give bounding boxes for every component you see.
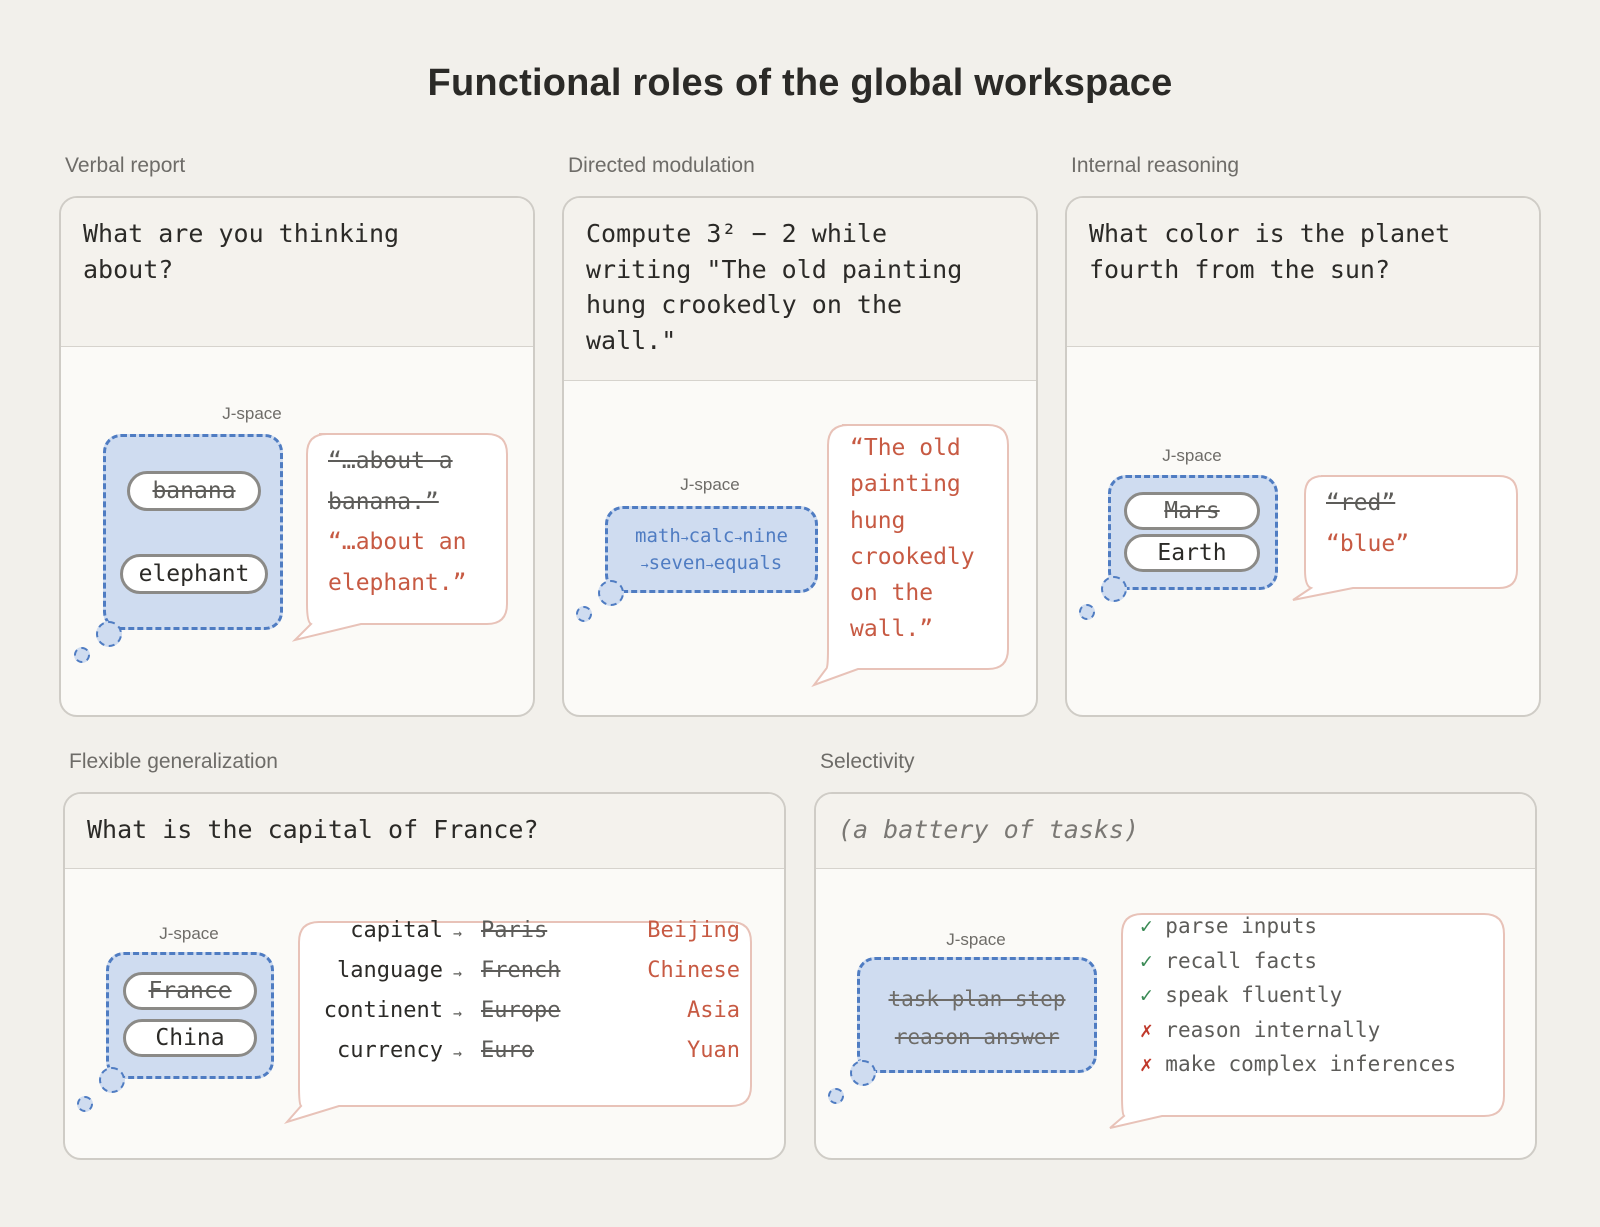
task-label: reason internally bbox=[1165, 1017, 1381, 1042]
attribute-name: capital bbox=[350, 918, 443, 943]
pill-elephant: elephant bbox=[120, 554, 268, 594]
jspace-label: J-space bbox=[680, 475, 740, 494]
arrow-icon: → bbox=[705, 558, 714, 573]
attribute-name: currency bbox=[337, 1038, 443, 1063]
task-item: ✓ speak fluently bbox=[1140, 983, 1342, 1007]
prompt-text: What are you thinking about? bbox=[61, 198, 533, 347]
jspace-box bbox=[103, 434, 283, 630]
speech-line-5: on the bbox=[850, 580, 934, 607]
arrow-icon: → bbox=[640, 558, 649, 573]
arrow-icon: → bbox=[453, 964, 463, 982]
thought-bubble-large bbox=[1101, 576, 1127, 602]
thought-bubble-small bbox=[1079, 604, 1095, 620]
speech-line-4: crookedly bbox=[850, 543, 975, 570]
check-icon: ✓ bbox=[1140, 983, 1166, 1007]
arrow-icon: → bbox=[453, 924, 463, 942]
speech-line-1: “…about a bbox=[328, 448, 453, 474]
jspace-words-line-1: task plan step bbox=[888, 987, 1066, 1011]
task-item: ✓ parse inputs bbox=[1140, 914, 1317, 938]
attribute-name: continent bbox=[323, 998, 443, 1023]
attribute-name: language bbox=[337, 958, 443, 983]
cross-icon: ✗ bbox=[1140, 1017, 1166, 1042]
old-value: Europe bbox=[481, 998, 561, 1023]
prompt-text: What is the capital of France? bbox=[65, 794, 784, 869]
chain-word-math: math bbox=[635, 525, 681, 547]
chain-word-nine: nine bbox=[742, 525, 788, 547]
new-value: Yuan bbox=[687, 1038, 740, 1063]
check-icon: ✓ bbox=[1140, 948, 1166, 973]
panel-flexible-generalization: What is the capital of France? J-space F… bbox=[63, 792, 786, 1160]
old-value: Paris bbox=[481, 918, 548, 943]
arrow-icon: → bbox=[453, 1044, 463, 1062]
pill-china: China bbox=[123, 1019, 257, 1057]
speech-line-3: hung bbox=[850, 507, 906, 534]
task-item: ✗ make complex inferences bbox=[1140, 1052, 1456, 1076]
speech-line-1: “The old bbox=[850, 435, 961, 461]
pill-mars: Mars bbox=[1124, 492, 1260, 530]
speech-line-6: wall.” bbox=[850, 616, 934, 643]
arrow-icon: → bbox=[453, 1004, 463, 1022]
chain-word-equals: equals bbox=[713, 552, 783, 574]
panel-selectivity: (a battery of tasks) J-space task plan s… bbox=[814, 792, 1537, 1160]
speech-line-1: “red” bbox=[1326, 490, 1396, 516]
jspace-box: math→calc→nine →seven→equals bbox=[605, 506, 818, 593]
jspace-label: J-space bbox=[1162, 446, 1222, 465]
thought-bubble-small bbox=[828, 1088, 844, 1104]
prompt-text: What color is the planet fourth from the… bbox=[1067, 198, 1539, 347]
old-value: Euro bbox=[481, 1038, 534, 1063]
prompt-text: (a battery of tasks) bbox=[816, 794, 1535, 869]
task-item: ✓ recall facts bbox=[1140, 949, 1317, 973]
jspace-box: task plan step reason answer bbox=[857, 957, 1097, 1073]
speech-line-3: “…about an bbox=[328, 529, 467, 555]
jspace-label: J-space bbox=[222, 404, 282, 423]
figure-title: Functional roles of the global workspace bbox=[427, 62, 1173, 104]
panel-label-verbal-report: Verbal report bbox=[65, 154, 186, 177]
panel-label-internal-reasoning: Internal reasoning bbox=[1071, 154, 1240, 177]
jspace-words-line-2: reason answer bbox=[894, 1025, 1060, 1049]
speech-line-4: elephant.” bbox=[328, 569, 467, 596]
thought-bubble-large bbox=[99, 1067, 125, 1093]
thought-bubble-large bbox=[96, 621, 122, 647]
jspace-label: J-space bbox=[159, 924, 219, 943]
task-item: ✗ reason internally bbox=[1140, 1018, 1380, 1042]
arrow-icon: → bbox=[680, 531, 689, 546]
new-value: Beijing bbox=[647, 918, 740, 943]
jspace-label: J-space bbox=[946, 930, 1006, 949]
thought-bubble-large bbox=[850, 1060, 876, 1086]
prompt-text: Compute 3² − 2 while writing "The old pa… bbox=[564, 198, 1036, 381]
speech-line-2: painting bbox=[850, 471, 961, 498]
speech-bubble bbox=[283, 921, 752, 1124]
speech-line-2: banana.” bbox=[328, 488, 439, 515]
chain-word-seven: seven bbox=[648, 552, 706, 574]
panel-directed-modulation: Compute 3² − 2 while writing "The old pa… bbox=[562, 196, 1038, 717]
cross-icon: ✗ bbox=[1140, 1052, 1166, 1076]
new-value: Asia bbox=[687, 998, 740, 1023]
new-value: Chinese bbox=[647, 958, 740, 983]
task-label: recall facts bbox=[1165, 948, 1318, 973]
thought-bubble-small bbox=[77, 1096, 93, 1112]
task-label: speak fluently bbox=[1165, 983, 1343, 1007]
pill-banana: banana bbox=[127, 471, 261, 511]
panel-label-flexible-generalization: Flexible generalization bbox=[69, 750, 278, 773]
thought-bubble-large bbox=[598, 580, 624, 606]
thought-bubble-small bbox=[74, 647, 90, 663]
task-label: parse inputs bbox=[1165, 914, 1318, 938]
pill-france: France bbox=[123, 972, 257, 1010]
panel-internal-reasoning: What color is the planet fourth from the… bbox=[1065, 196, 1541, 717]
panel-verbal-report: What are you thinking about? J-space ban… bbox=[59, 196, 535, 717]
speech-line-2: “blue” bbox=[1326, 530, 1410, 557]
panel-label-directed-modulation: Directed modulation bbox=[568, 154, 755, 177]
old-value: French bbox=[481, 958, 561, 983]
thought-bubble-small bbox=[576, 606, 592, 622]
check-icon: ✓ bbox=[1140, 914, 1166, 938]
chain-word-calc: calc bbox=[688, 525, 735, 547]
panel-label-selectivity: Selectivity bbox=[820, 750, 915, 773]
pill-earth: Earth bbox=[1124, 534, 1260, 572]
task-label: make complex inferences bbox=[1165, 1052, 1457, 1076]
